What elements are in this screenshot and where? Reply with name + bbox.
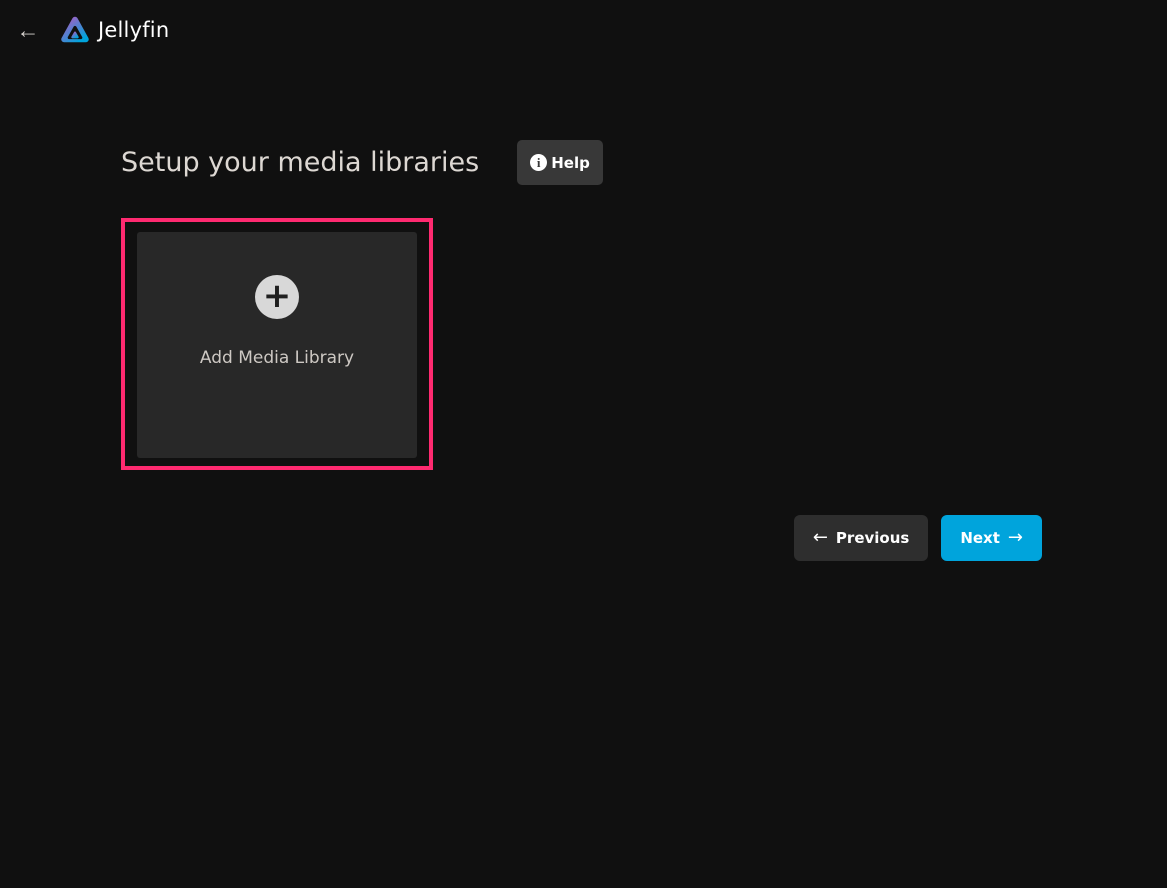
add-library-card-body: + Add Media Library bbox=[137, 232, 417, 458]
help-button-label: Help bbox=[551, 154, 590, 172]
next-button-label: Next bbox=[960, 529, 1000, 547]
app-header: ← Jellyfin bbox=[0, 0, 1167, 60]
app-brand: Jellyfin bbox=[58, 12, 169, 49]
add-library-card[interactable]: + Add Media Library bbox=[121, 218, 433, 470]
previous-button[interactable]: ← Previous bbox=[794, 515, 929, 561]
plus-glyph: + bbox=[263, 279, 292, 316]
plus-icon: + bbox=[255, 275, 299, 319]
info-icon: i bbox=[530, 154, 547, 171]
arrow-left-icon: ← bbox=[17, 17, 40, 43]
add-library-label: Add Media Library bbox=[200, 348, 354, 368]
jellyfin-logo-icon bbox=[58, 12, 92, 49]
arrow-left-icon: ← bbox=[813, 529, 828, 547]
back-button[interactable]: ← bbox=[15, 15, 41, 45]
previous-button-label: Previous bbox=[836, 529, 909, 547]
wizard-nav: ← Previous Next → bbox=[121, 515, 1042, 561]
title-row: Setup your media libraries i Help bbox=[121, 140, 1042, 185]
next-button[interactable]: Next → bbox=[941, 515, 1042, 561]
arrow-right-icon: → bbox=[1008, 529, 1023, 547]
page-title: Setup your media libraries bbox=[121, 147, 479, 178]
help-button[interactable]: i Help bbox=[517, 140, 603, 185]
app-name: Jellyfin bbox=[98, 18, 169, 42]
wizard-content: Setup your media libraries i Help + Add … bbox=[0, 140, 1167, 561]
